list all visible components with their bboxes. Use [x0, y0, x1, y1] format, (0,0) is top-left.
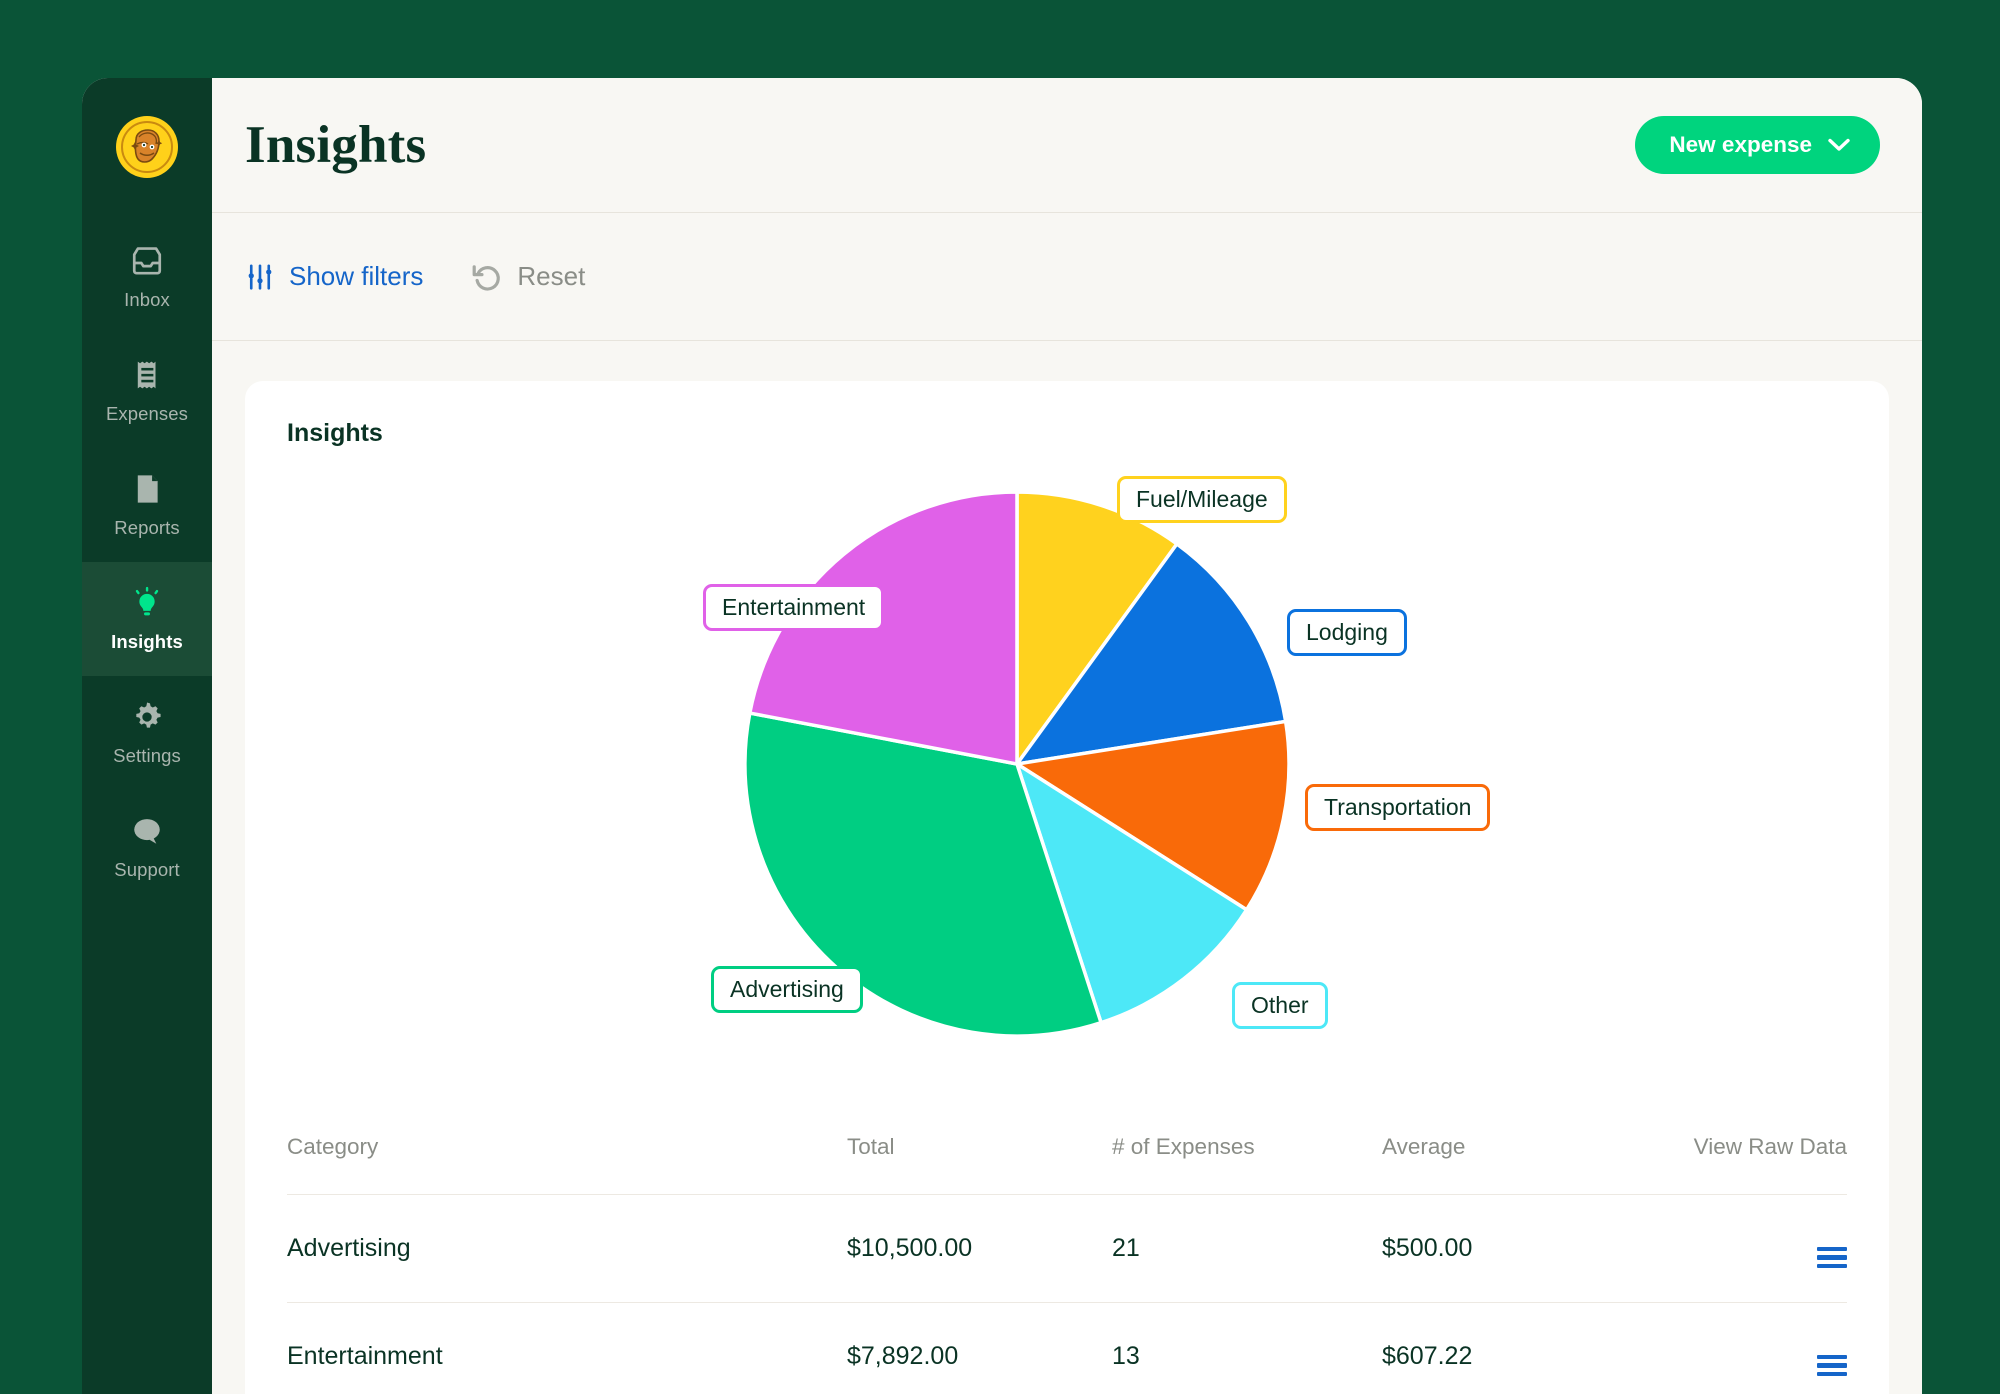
column-header-category[interactable]: Category — [287, 1134, 847, 1195]
pie-chart: Fuel/Mileage Lodging Transportation Othe… — [287, 454, 1847, 1134]
pie-label-fuel-mileage[interactable]: Fuel/Mileage — [1117, 476, 1287, 523]
receipt-icon — [137, 361, 156, 388]
app-logo[interactable] — [116, 116, 178, 178]
sidebar: Inbox Expenses Reports Insights Settings… — [82, 78, 212, 1394]
inbox-icon — [132, 246, 162, 275]
document-icon — [137, 474, 158, 503]
cell-raw-data — [1672, 1302, 1847, 1394]
table-header-row: Category Total # of Expenses Average Vie… — [287, 1134, 1847, 1195]
sidebar-item-label: Reports — [114, 516, 180, 538]
main-area: Insights New expense Show filters Reset … — [212, 78, 1922, 1394]
sidebar-item-reports[interactable]: Reports — [82, 448, 212, 562]
page-title: Insights — [245, 116, 427, 174]
top-bar: Insights New expense — [212, 78, 1922, 213]
sidebar-item-label: Inbox — [124, 288, 170, 310]
reset-label: Reset — [517, 261, 586, 291]
cell-total: $7,892.00 — [847, 1302, 1112, 1394]
cell-count: 21 — [1112, 1194, 1382, 1303]
show-filters-button[interactable]: Show filters — [245, 261, 423, 292]
pie-label-transportation[interactable]: Transportation — [1305, 784, 1491, 831]
table-row[interactable]: Entertainment $7,892.00 13 $607.22 — [287, 1302, 1847, 1394]
card-title: Insights — [287, 419, 383, 447]
cell-raw-data — [1672, 1194, 1847, 1303]
pie-label-advertising[interactable]: Advertising — [711, 966, 863, 1013]
pie-label-lodging[interactable]: Lodging — [1287, 609, 1407, 656]
cell-category: Advertising — [287, 1194, 847, 1303]
undo-icon — [472, 264, 501, 291]
content-area: Insights Fuel/Mileage Lodging Transporta… — [212, 341, 1922, 1394]
chevron-down-icon — [1828, 138, 1850, 151]
new-expense-label: New expense — [1669, 132, 1812, 157]
pie-label-entertainment[interactable]: Entertainment — [703, 584, 885, 631]
cell-category: Entertainment — [287, 1302, 847, 1394]
cell-count: 13 — [1112, 1302, 1382, 1394]
sidebar-item-label: Insights — [111, 630, 183, 652]
coin-face-logo-icon — [131, 129, 163, 163]
column-header-raw-data[interactable]: View Raw Data — [1672, 1134, 1847, 1195]
sidebar-item-label: Settings — [113, 744, 181, 766]
insights-card: Insights Fuel/Mileage Lodging Transporta… — [245, 381, 1889, 1394]
app-window: Inbox Expenses Reports Insights Settings… — [82, 78, 1922, 1394]
table-row[interactable]: Advertising $10,500.00 21 $500.00 — [287, 1194, 1847, 1303]
pie-chart-svg — [743, 490, 1291, 1038]
show-filters-label: Show filters — [289, 261, 424, 291]
sidebar-item-label: Expenses — [105, 402, 189, 424]
pie-label-other[interactable]: Other — [1232, 982, 1328, 1029]
gear-icon — [136, 702, 161, 728]
column-header-total[interactable]: Total — [847, 1134, 1112, 1195]
filter-bar: Show filters Reset — [212, 213, 1922, 341]
sidebar-item-insights[interactable]: Insights — [82, 562, 212, 676]
cell-average: $607.22 — [1382, 1302, 1672, 1394]
new-expense-button[interactable]: New expense — [1635, 116, 1880, 174]
cell-total: $10,500.00 — [847, 1194, 1112, 1303]
sidebar-item-support[interactable]: Support — [82, 790, 212, 904]
screen: Inbox Expenses Reports Insights Settings… — [0, 0, 2000, 1394]
column-header-count[interactable]: # of Expenses — [1112, 1134, 1382, 1195]
chat-bubble-icon — [134, 818, 160, 844]
cell-average: $500.00 — [1382, 1194, 1672, 1303]
sidebar-item-label: Support — [114, 858, 180, 880]
sidebar-item-expenses[interactable]: Expenses — [82, 334, 212, 448]
hamburger-icon[interactable] — [1817, 1354, 1847, 1376]
reset-button[interactable]: Reset — [471, 261, 585, 293]
category-table: Category Total # of Expenses Average Vie… — [287, 1134, 1847, 1394]
lightbulb-icon — [135, 586, 159, 615]
sidebar-item-settings[interactable]: Settings — [82, 676, 212, 790]
hamburger-icon[interactable] — [1817, 1246, 1847, 1268]
sliders-icon — [248, 263, 272, 290]
column-header-average[interactable]: Average — [1382, 1134, 1672, 1195]
sidebar-item-inbox[interactable]: Inbox — [82, 220, 212, 334]
